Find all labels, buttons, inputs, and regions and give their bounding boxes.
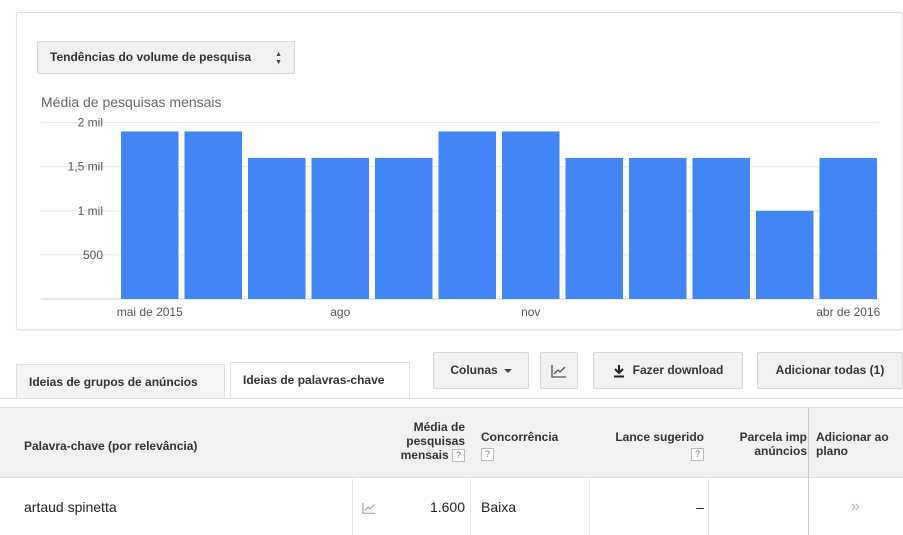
suggested-bid-cell: – <box>696 499 704 515</box>
keyword-table: Palavra-chave (por relevância) Média de … <box>0 398 903 535</box>
competition-cell: Baixa <box>481 499 517 515</box>
tab-ad-group-ideas[interactable]: Ideias de grupos de anúncios <box>16 364 225 398</box>
table-row[interactable]: artaud spinetta 1.600 Baixa – » <box>0 479 903 535</box>
header-avg-line1: Média de <box>413 420 465 434</box>
tab-ad-group-ideas-label: Ideias de grupos de anúncios <box>29 375 198 389</box>
y-tick-label: 1,5 mil <box>68 160 103 174</box>
header-impression-share[interactable]: Parcela imp anúncios <box>720 430 807 458</box>
search-volume-panel: Tendências do volume de pesquisa ▲ ▼ Médi… <box>16 12 903 330</box>
header-avg-searches[interactable]: Média de pesquisas mensais ? <box>390 420 465 463</box>
search-volume-chart: 500 1 mil 1,5 mil 2 mil mai de 2015 ago nov abr… <box>41 116 881 319</box>
table-header: Palavra-chave (por relevância) Média de … <box>0 407 903 479</box>
x-tick-label: ago <box>330 305 350 319</box>
avg-searches-cell: 1.600 <box>429 499 465 515</box>
y-tick-label: 1 mil <box>78 204 103 218</box>
column-divider <box>470 479 471 535</box>
bar-ago-2015[interactable] <box>311 157 370 299</box>
bar-mai-2015[interactable] <box>121 131 179 299</box>
bar-dez-2015[interactable] <box>565 157 624 299</box>
bar-nov-2015[interactable] <box>502 131 560 299</box>
column-divider <box>708 479 709 535</box>
help-icon[interactable]: ? <box>481 448 494 462</box>
bar-fev-2016[interactable] <box>692 157 751 299</box>
bar-jan-2016[interactable] <box>629 157 687 299</box>
header-keyword[interactable]: Palavra-chave (por relevância) <box>24 439 197 453</box>
help-icon[interactable]: ? <box>452 449 465 463</box>
chevron-down-icon <box>503 368 512 373</box>
columns-button[interactable]: Colunas <box>433 352 529 389</box>
x-tick-label: abr de 2016 <box>816 305 880 319</box>
trend-selector[interactable]: Tendências do volume de pesquisa ▲ ▼ <box>37 41 295 74</box>
add-all-button-label: Adicionar todas (1) <box>775 363 885 377</box>
x-tick-label: nov <box>521 305 540 319</box>
trend-chart-icon[interactable] <box>362 479 376 535</box>
download-icon <box>613 364 624 378</box>
line-chart-icon <box>362 503 376 515</box>
column-divider <box>589 479 590 535</box>
download-button-label: Fazer download <box>632 363 724 377</box>
download-button[interactable]: Fazer download <box>593 352 743 389</box>
columns-button-label: Colunas <box>450 363 498 377</box>
y-tick-label: 500 <box>83 248 103 262</box>
bar-jun-2015[interactable] <box>184 131 243 299</box>
bar-mar-2016[interactable] <box>756 210 814 299</box>
chart-toggle-button[interactable] <box>540 352 578 389</box>
line-chart-icon <box>551 364 566 378</box>
add-all-button[interactable]: Adicionar todas (1) <box>757 352 903 389</box>
header-competition-label: Concorrência <box>481 430 559 444</box>
header-add-to-plan: Adicionar ao plano <box>816 430 889 458</box>
x-tick-label: mai de 2015 <box>117 305 183 319</box>
keyword-cell: artaud spinetta <box>24 499 117 515</box>
header-add-line1: Adicionar ao <box>816 430 889 444</box>
up-down-arrows-icon: ▲ ▼ <box>275 51 282 66</box>
trend-selector-label: Tendências do volume de pesquisa <box>50 50 252 64</box>
header-competition[interactable]: Concorrência ? <box>481 430 559 462</box>
header-suggested-bid[interactable]: Lance sugerido ? <box>600 430 704 462</box>
header-share-line2: anúncios <box>754 444 807 458</box>
header-avg-line2: pesquisas <box>406 434 465 448</box>
bar-jul-2015[interactable] <box>248 157 306 299</box>
header-share-line1: Parcela imp <box>739 430 807 444</box>
bar-set-2015[interactable] <box>375 157 433 299</box>
tab-keyword-ideas[interactable]: Ideias de palavras-chave <box>230 362 410 399</box>
header-bid-label: Lance sugerido <box>615 430 704 444</box>
add-to-plan-button[interactable]: » <box>808 479 903 535</box>
header-avg-line3: mensais <box>400 448 449 462</box>
bar-out-2015[interactable] <box>438 131 497 299</box>
tab-keyword-ideas-label: Ideias de palavras-chave <box>243 373 385 387</box>
y-tick-label: 2 mil <box>78 116 103 130</box>
column-divider <box>352 479 353 535</box>
header-add-line2: plano <box>816 444 848 458</box>
bar-abr-2016[interactable] <box>819 157 878 299</box>
column-divider <box>808 408 809 479</box>
help-icon[interactable]: ? <box>691 448 704 462</box>
